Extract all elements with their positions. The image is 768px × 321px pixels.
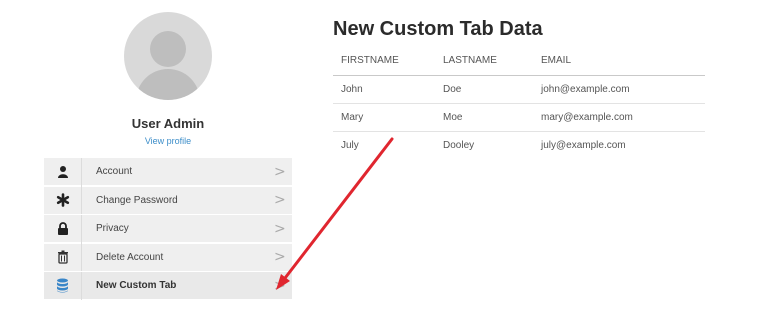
cell-firstname: Mary bbox=[333, 103, 435, 132]
column-header-lastname: LASTNAME bbox=[435, 55, 533, 76]
view-profile-link[interactable]: View profile bbox=[44, 136, 292, 146]
menu-item-label: Account bbox=[96, 166, 133, 177]
chevron-right-icon: > bbox=[274, 192, 286, 208]
cell-firstname: John bbox=[333, 75, 435, 104]
chevron-right-icon: > bbox=[274, 249, 286, 265]
user-name: User Admin bbox=[131, 116, 205, 131]
menu-item-label: New Custom Tab bbox=[96, 280, 177, 291]
custom-data-table: FIRSTNAME LASTNAME EMAIL John Doe john@e… bbox=[333, 55, 705, 159]
column-header-firstname: FIRSTNAME bbox=[333, 55, 435, 76]
chevron-right-icon: > bbox=[274, 220, 286, 237]
page-title: New Custom Tab Data bbox=[333, 18, 543, 40]
menu-item-delete-account[interactable]: Delete Account > bbox=[44, 243, 292, 272]
account-menu: Account > Change Password > Privacy > De… bbox=[44, 157, 292, 301]
menu-item-new-custom-tab[interactable]: New Custom Tab > bbox=[44, 271, 292, 300]
table-row: John Doe john@example.com bbox=[333, 75, 705, 104]
column-header-email: EMAIL bbox=[533, 55, 705, 76]
custom-tab-content: New Custom Tab Data FIRSTNAME LASTNAME E… bbox=[333, 18, 705, 159]
cell-email: john@example.com bbox=[533, 75, 705, 104]
lock-icon bbox=[44, 214, 82, 243]
chevron-right-icon: > bbox=[274, 277, 286, 294]
database-icon bbox=[44, 271, 82, 300]
table-row: July Dooley july@example.com bbox=[333, 132, 705, 160]
cell-firstname: July bbox=[341, 140, 359, 151]
table-row: Mary Moe mary@example.com bbox=[333, 103, 705, 132]
avatar bbox=[124, 12, 212, 100]
menu-item-label: Delete Account bbox=[96, 251, 164, 263]
chevron-right-icon: > bbox=[274, 163, 286, 180]
trash-icon bbox=[44, 243, 82, 271]
asterisk-icon bbox=[44, 186, 82, 214]
avatar-body bbox=[136, 69, 200, 100]
menu-item-label: Privacy bbox=[96, 223, 129, 234]
avatar-head bbox=[150, 31, 186, 67]
user-icon bbox=[44, 157, 82, 186]
table-header-row: FIRSTNAME LASTNAME EMAIL bbox=[333, 55, 705, 76]
cell-lastname: Doe bbox=[435, 75, 533, 104]
cell-email: july@example.com bbox=[541, 140, 626, 151]
profile-card: User Admin View profile bbox=[44, 10, 292, 146]
menu-item-change-password[interactable]: Change Password > bbox=[44, 186, 292, 215]
cell-lastname: Dooley bbox=[443, 140, 475, 151]
cell-email: mary@example.com bbox=[533, 103, 705, 132]
menu-item-account[interactable]: Account > bbox=[44, 157, 292, 186]
cell-lastname: Moe bbox=[435, 103, 533, 132]
menu-item-label: Change Password bbox=[96, 194, 178, 206]
menu-item-privacy[interactable]: Privacy > bbox=[44, 214, 292, 243]
